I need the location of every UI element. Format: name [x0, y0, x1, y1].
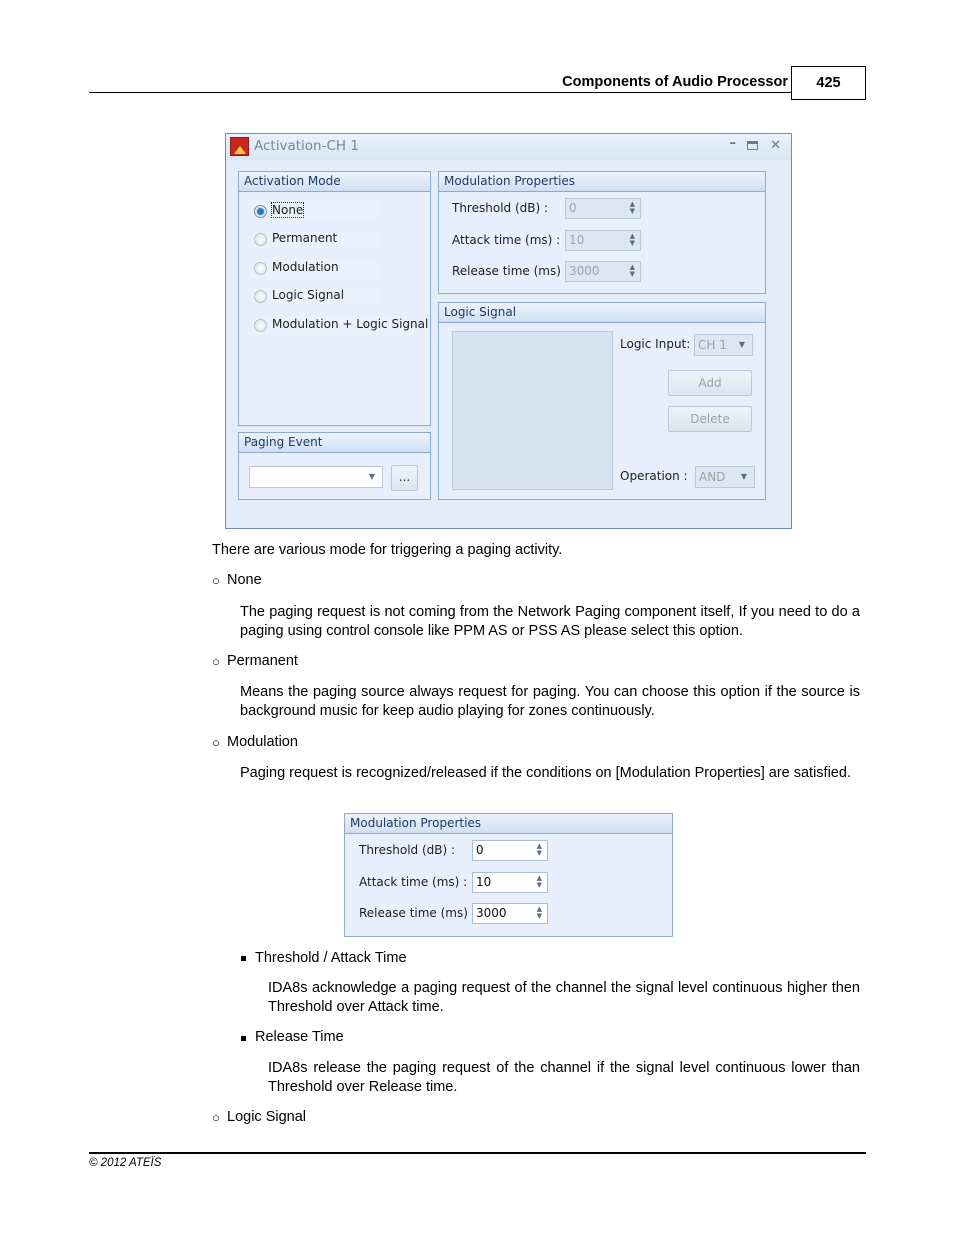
footer-rule [89, 1152, 866, 1154]
threshold-label: Threshold (dB) : [359, 843, 456, 857]
spin-arrows-icon[interactable]: ▲ ▼ [630, 201, 635, 215]
release-time-stepper[interactable]: 3000 ▲ ▼ [472, 903, 548, 924]
release-time-value: 3000 [569, 264, 600, 278]
radio-label: Modulation + Logic Signal [272, 317, 429, 331]
header-rule [89, 92, 791, 93]
radio-icon [254, 262, 267, 275]
logic-input-select[interactable]: CH 1 ▼ [694, 334, 753, 356]
square-bullet-icon [241, 956, 246, 961]
operation-value: AND [699, 470, 726, 484]
threshold-label: Threshold (dB) : [452, 201, 549, 215]
section-title-none: None [227, 572, 262, 588]
chevron-down-icon: ▼ [368, 472, 375, 481]
section-text-none: The paging request is not coming from th… [240, 604, 860, 639]
logic-input-value: CH 1 [698, 338, 727, 352]
maximize-icon [747, 141, 758, 150]
chevron-down-icon: ▼ [738, 340, 745, 349]
radio-icon [254, 290, 267, 303]
attack-time-value: 10 [476, 875, 492, 889]
subitem-title-threshold-attack: Threshold / Attack Time [255, 950, 407, 966]
radio-modulation-logic-signal[interactable]: Modulation + Logic Signal [251, 316, 428, 335]
subitem-text-threshold-attack: IDA8s acknowledge a paging request of th… [268, 980, 860, 1015]
section-text-permanent: Means the paging source always request f… [240, 684, 860, 719]
radio-label: Modulation [272, 260, 339, 274]
paging-event-group: Paging Event ▼ ... [238, 432, 431, 500]
attack-time-label: Attack time (ms) : [452, 233, 561, 247]
threshold-stepper[interactable]: 0 ▲ ▼ [472, 840, 548, 861]
logic-signal-list[interactable] [452, 331, 613, 490]
release-time-label: Release time (ms) : [452, 264, 569, 278]
section-text-modulation: Paging request is recognized/released if… [240, 765, 851, 781]
attack-time-label: Attack time (ms) : [359, 875, 468, 889]
attack-time-stepper[interactable]: 10 ▲ ▼ [565, 230, 641, 251]
chevron-down-icon: ▼ [740, 472, 747, 481]
radio-modulation[interactable]: Modulation [251, 259, 381, 278]
spin-arrows-icon[interactable]: ▲ ▼ [537, 906, 542, 920]
paging-event-select[interactable]: ▼ [249, 466, 383, 488]
release-time-value: 3000 [476, 906, 507, 920]
radio-label: Permanent [272, 231, 338, 245]
modulation-properties-group: Modulation Properties Threshold (dB) : 0… [438, 171, 766, 294]
logic-signal-group: Logic Signal Logic Input: CH 1 ▼ Add Del… [438, 302, 766, 500]
radio-permanent[interactable]: Permanent [251, 230, 381, 249]
group-header: Activation Mode [239, 172, 430, 192]
spin-arrows-icon[interactable]: ▲ ▼ [537, 843, 542, 857]
circle-bullet-icon: ○ [212, 1110, 220, 1125]
threshold-stepper[interactable]: 0 ▲ ▼ [565, 198, 641, 219]
modulation-properties-panel: Modulation Properties Threshold (dB) : 0… [344, 813, 673, 937]
release-time-label: Release time (ms) : [359, 906, 476, 920]
attack-time-stepper[interactable]: 10 ▲ ▼ [472, 872, 548, 893]
threshold-value: 0 [569, 201, 577, 215]
section-title-modulation: Modulation [227, 734, 298, 750]
square-bullet-icon [241, 1036, 246, 1041]
window-title: Activation-CH 1 [254, 138, 359, 154]
circle-bullet-icon: ○ [212, 654, 220, 669]
threshold-value: 0 [476, 843, 484, 857]
group-header: Logic Signal [439, 303, 765, 323]
radio-icon [254, 319, 267, 332]
page-footer: © 2012 ATEÏS [89, 1152, 866, 1169]
attack-time-value: 10 [569, 233, 585, 247]
copyright: © 2012 ATEÏS [89, 1157, 162, 1169]
page-number: 425 [791, 66, 866, 100]
chapter-title: Components of Audio Processor [562, 74, 788, 90]
group-header: Paging Event [239, 433, 430, 453]
operation-label: Operation : [620, 469, 688, 483]
radio-icon [254, 233, 267, 246]
spin-arrows-icon[interactable]: ▲ ▼ [537, 875, 542, 889]
logic-input-label: Logic Input: [620, 337, 691, 351]
section-title-logic-signal: Logic Signal [227, 1109, 306, 1125]
maximize-button[interactable] [747, 138, 758, 154]
browse-button[interactable]: ... [391, 465, 418, 491]
circle-bullet-icon: ○ [212, 573, 220, 588]
add-button[interactable]: Add [668, 370, 752, 396]
group-header: Modulation Properties [345, 814, 672, 834]
radio-selected-icon [254, 205, 267, 218]
minimize-button[interactable]: – [730, 136, 737, 151]
radio-logic-signal[interactable]: Logic Signal [251, 287, 381, 306]
radio-label: None [270, 202, 305, 218]
intro-text: There are various mode for triggering a … [212, 542, 563, 558]
release-time-stepper[interactable]: 3000 ▲ ▼ [565, 261, 641, 282]
section-title-permanent: Permanent [227, 653, 298, 669]
radio-label: Logic Signal [272, 288, 345, 302]
subitem-title-release-time: Release Time [255, 1029, 344, 1045]
page-header: Components of Audio Processor 425 [89, 66, 866, 100]
ateis-logo-icon [230, 137, 249, 156]
spin-arrows-icon[interactable]: ▲ ▼ [630, 264, 635, 278]
delete-button[interactable]: Delete [668, 406, 752, 432]
circle-bullet-icon: ○ [212, 735, 220, 750]
subitem-text-release-time: IDA8s release the paging request of the … [268, 1060, 860, 1095]
spin-arrows-icon[interactable]: ▲ ▼ [630, 233, 635, 247]
group-header: Modulation Properties [439, 172, 765, 192]
radio-none[interactable]: None [251, 202, 381, 221]
close-button[interactable]: ✕ [770, 138, 781, 153]
operation-select[interactable]: AND ▼ [695, 466, 755, 488]
activation-mode-group: Activation Mode None Permanent Modulatio… [238, 171, 431, 426]
activation-dialog: Activation-CH 1 – ✕ Activation Mode None… [225, 133, 792, 529]
title-bar: Activation-CH 1 – ✕ [226, 134, 791, 160]
